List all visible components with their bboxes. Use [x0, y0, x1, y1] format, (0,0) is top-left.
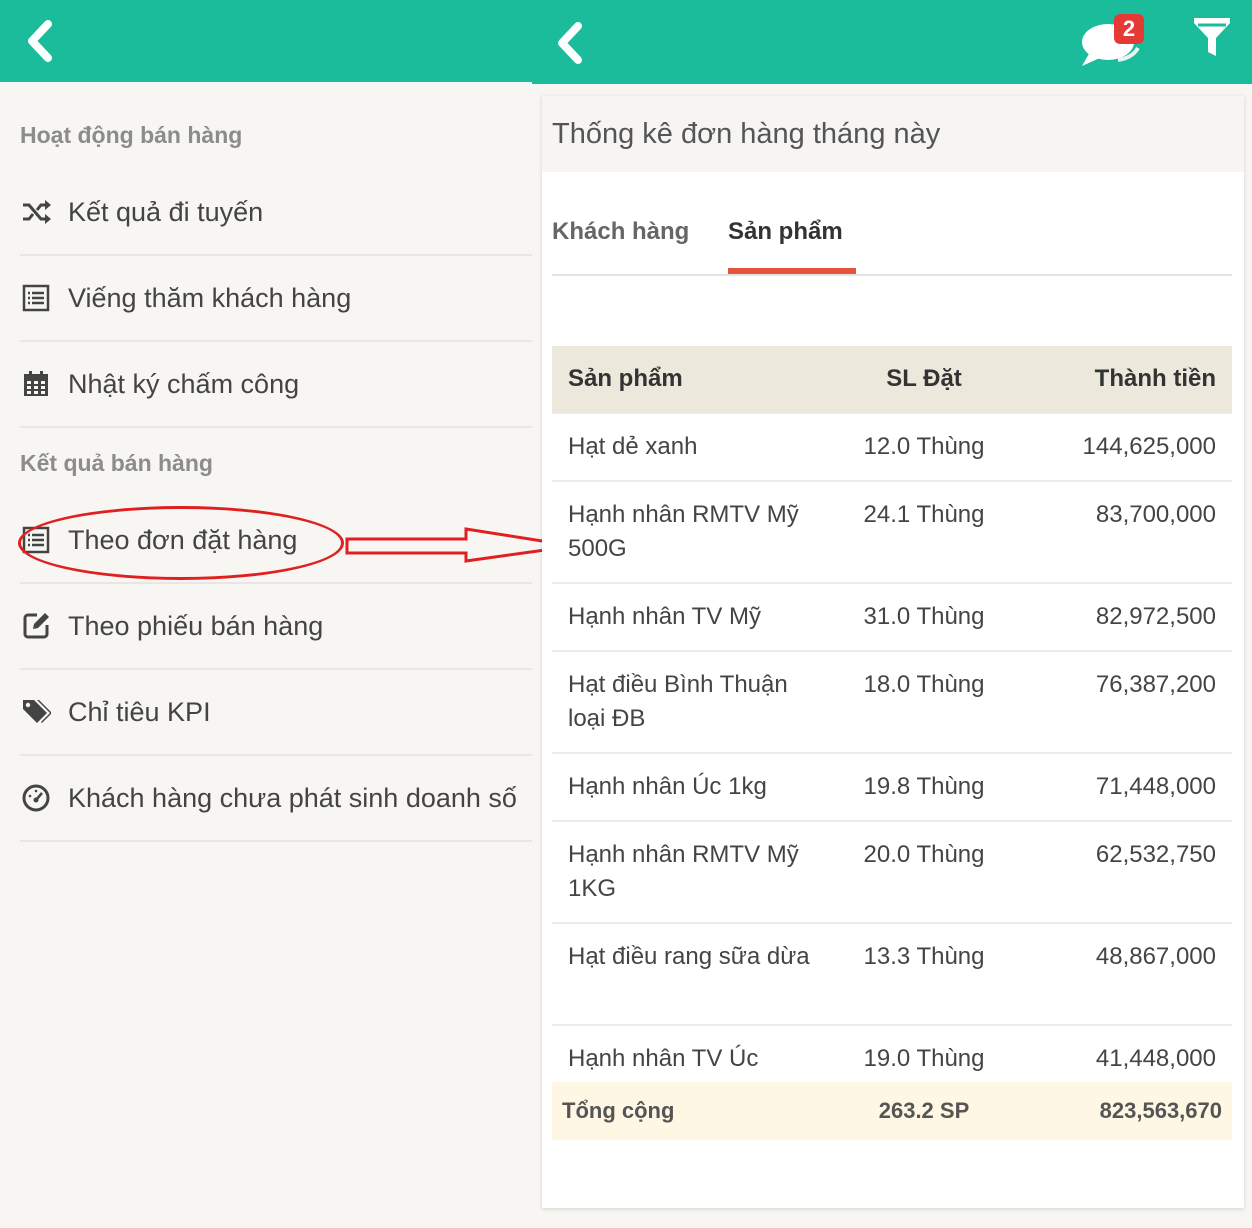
table-row[interactable]: Hạnh nhân TV Mỹ 31.0 Thùng 82,972,500 [552, 584, 1232, 652]
table-row[interactable]: Hạnh nhân Úc 1kg 19.8 Thùng 71,448,000 [552, 754, 1232, 822]
product-qty: 12.0 Thùng [863, 433, 985, 460]
notification-badge: 2 [1114, 14, 1144, 44]
table-row[interactable]: Hạnh nhân TV Úc 19.0 Thùng 41,448,000 [552, 1026, 1232, 1082]
tags-icon [20, 696, 52, 728]
total-qty: 263.2 SP [878, 1098, 970, 1123]
total-amount: 823,563,670 [1099, 1098, 1222, 1123]
table-row[interactable]: Hạt dẻ xanh 12.0 Thùng 144,625,000 [552, 414, 1232, 482]
product-amount: 82,972,500 [1095, 603, 1216, 630]
chevron-left-icon [558, 22, 582, 64]
total-label: Tổng cộng [562, 1098, 675, 1123]
product-amount: 144,625,000 [1082, 433, 1216, 460]
screen: Hoạt động bán hàng Kết quả đi tuyến Viến… [0, 0, 1252, 1228]
product-qty: 19.0 Thùng [863, 1045, 985, 1072]
product-qty: 24.1 Thùng [863, 501, 985, 528]
highlight-ellipse [18, 506, 344, 580]
menu-item-customer-visits[interactable]: Viếng thăm khách hàng [20, 256, 532, 342]
header-amount: Thành tiền [1094, 365, 1216, 392]
menu-item-by-sales-slip[interactable]: Theo phiếu bán hàng [20, 584, 532, 670]
tab-bar: Khách hàng Sản phẩm [552, 192, 1232, 276]
menu-item-route-results[interactable]: Kết quả đi tuyến [20, 170, 532, 256]
edit-icon [20, 610, 52, 642]
product-name: Hạt điều Bình Thuận loại ĐB [568, 671, 788, 732]
menu-item-label: Nhật ký chấm công [68, 368, 300, 399]
product-qty: 20.0 Thùng [863, 841, 985, 868]
stats-card: Thống kê đơn hàng tháng này Khách hàng S… [542, 96, 1244, 1208]
tab-customers[interactable]: Khách hàng [552, 218, 689, 246]
menu-item-kpi[interactable]: Chỉ tiêu KPI [20, 670, 532, 756]
product-amount: 48,867,000 [1095, 943, 1216, 970]
section-title-results: Kết quả bán hàng [20, 450, 213, 476]
product-name: Hạnh nhân TV Mỹ [568, 603, 761, 630]
chevron-left-icon [28, 20, 52, 62]
back-button[interactable] [552, 18, 592, 68]
product-amount: 41,448,000 [1095, 1045, 1216, 1072]
card-header: Thống kê đơn hàng tháng này [542, 96, 1244, 172]
product-qty: 13.3 Thùng [863, 943, 985, 970]
menu-item-label: Viếng thăm khách hàng [68, 282, 352, 313]
product-qty: 18.0 Thùng [863, 671, 985, 698]
table-header: Sản phẩm SL Đặt Thành tiền [552, 346, 1232, 414]
menu-item-label: Theo phiếu bán hàng [68, 610, 324, 641]
card-title: Thống kê đơn hàng tháng này [552, 117, 941, 150]
table-row[interactable]: Hạt điều rang sữa dừa 13.3 Thùng 48,867,… [552, 924, 1232, 1026]
section-title-activity: Hoạt động bán hàng [20, 122, 243, 148]
left-panel: Hoạt động bán hàng Kết quả đi tuyến Viến… [0, 0, 532, 1228]
product-name: Hạnh nhân RMTV Mỹ 1KG [568, 841, 799, 902]
chat-button[interactable]: 2 [1078, 14, 1144, 70]
header-product: Sản phẩm [568, 365, 683, 392]
product-name: Hạnh nhân TV Úc [568, 1045, 759, 1072]
menu-item-label: Chỉ tiêu KPI [68, 696, 211, 727]
menu-item-timesheet[interactable]: Nhật ký chấm công [20, 342, 532, 428]
filter-button[interactable] [1192, 16, 1232, 60]
product-amount: 62,532,750 [1095, 841, 1216, 868]
left-top-bar [0, 0, 532, 82]
table-row[interactable]: Hạt điều Bình Thuận loại ĐB 18.0 Thùng 7… [552, 652, 1232, 754]
back-button[interactable] [22, 16, 62, 66]
products-table: Sản phẩm SL Đặt Thành tiền Hạt dẻ xanh 1… [552, 346, 1232, 1140]
calendar-icon [20, 368, 52, 400]
product-amount: 76,387,200 [1095, 671, 1216, 698]
table-row[interactable]: Hạnh nhân RMTV Mỹ 500G 24.1 Thùng 83,700… [552, 482, 1232, 584]
product-amount: 83,700,000 [1095, 501, 1216, 528]
right-top-bar: 2 [532, 0, 1252, 84]
product-name: Hạnh nhân Úc 1kg [568, 773, 767, 800]
right-panel: 2 Thống kê đơn hàng tháng này Khách hàng… [532, 0, 1252, 1228]
active-tab-indicator [728, 268, 856, 274]
table-total-row: Tổng cộng 263.2 SP 823,563,670 [552, 1082, 1232, 1140]
product-amount: 71,448,000 [1095, 773, 1216, 800]
menu-item-no-revenue-customers[interactable]: Khách hàng chưa phát sinh doanh số [20, 756, 532, 842]
shuffle-icon [20, 196, 52, 228]
product-qty: 19.8 Thùng [863, 773, 985, 800]
product-qty: 31.0 Thùng [863, 603, 985, 630]
table-row[interactable]: Hạnh nhân RMTV Mỹ 1KG 20.0 Thùng 62,532,… [552, 822, 1232, 924]
tab-products[interactable]: Sản phẩm [728, 218, 843, 246]
product-name: Hạnh nhân RMTV Mỹ 500G [568, 501, 799, 562]
menu-item-label: Kết quả đi tuyến [68, 196, 264, 227]
product-name: Hạt điều rang sữa dừa [568, 943, 810, 970]
list-icon [20, 282, 52, 314]
filter-icon [1194, 18, 1230, 56]
header-quantity: SL Đặt [886, 365, 962, 392]
menu-item-label: Khách hàng chưa phát sinh doanh số [68, 782, 517, 813]
dashboard-icon [20, 782, 52, 814]
product-name: Hạt dẻ xanh [568, 433, 698, 460]
